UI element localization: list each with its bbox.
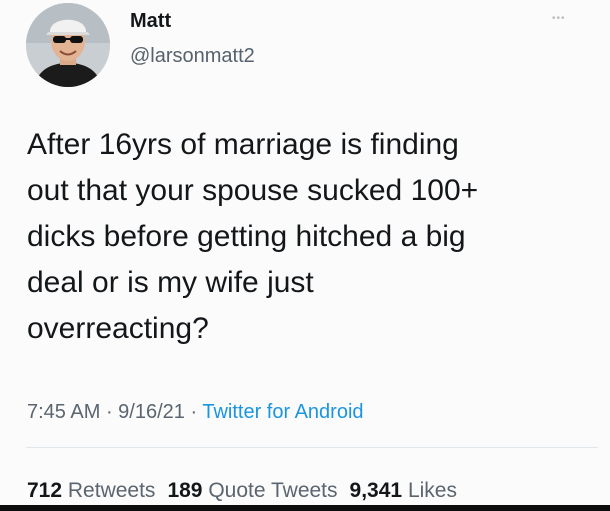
tweet-source-link[interactable]: Twitter for Android — [202, 401, 363, 423]
avatar[interactable] — [26, 3, 110, 87]
tweet-card: Matt @larsonmatt2 ••• After 16yrs of mar… — [0, 0, 610, 511]
author-name[interactable]: Matt — [130, 9, 171, 33]
bottom-edge-bar — [0, 505, 610, 511]
retweets-count: 712 — [27, 479, 63, 502]
engagement-stats: 712 Retweets 189 Quote Tweets 9,341 Likes — [27, 479, 457, 503]
tweet-time[interactable]: 7:45 AM — [27, 401, 100, 423]
likes-label: Likes — [407, 479, 457, 502]
quote-tweets-stat[interactable]: 189 Quote Tweets — [167, 479, 337, 502]
tweet-meta: 7:45 AM · 9/16/21 · Twitter for Android — [27, 400, 364, 424]
likes-stat[interactable]: 9,341 Likes — [350, 479, 457, 502]
profile-photo-icon — [26, 3, 110, 87]
author-handle[interactable]: @larsonmatt2 — [130, 44, 255, 68]
tweet-date[interactable]: 9/16/21 — [118, 401, 185, 423]
quote-tweets-count: 189 — [167, 479, 203, 502]
more-options-icon[interactable]: ••• — [552, 14, 578, 24]
meta-separator: · — [100, 401, 119, 423]
meta-separator: · — [184, 401, 203, 423]
divider — [26, 447, 598, 448]
tweet-text: After 16yrs of marriage is finding out t… — [27, 128, 479, 345]
likes-count: 9,341 — [349, 479, 403, 502]
quote-tweets-label: Quote Tweets — [208, 479, 338, 502]
retweets-stat[interactable]: 712 Retweets — [27, 479, 155, 502]
retweets-label: Retweets — [67, 479, 156, 502]
